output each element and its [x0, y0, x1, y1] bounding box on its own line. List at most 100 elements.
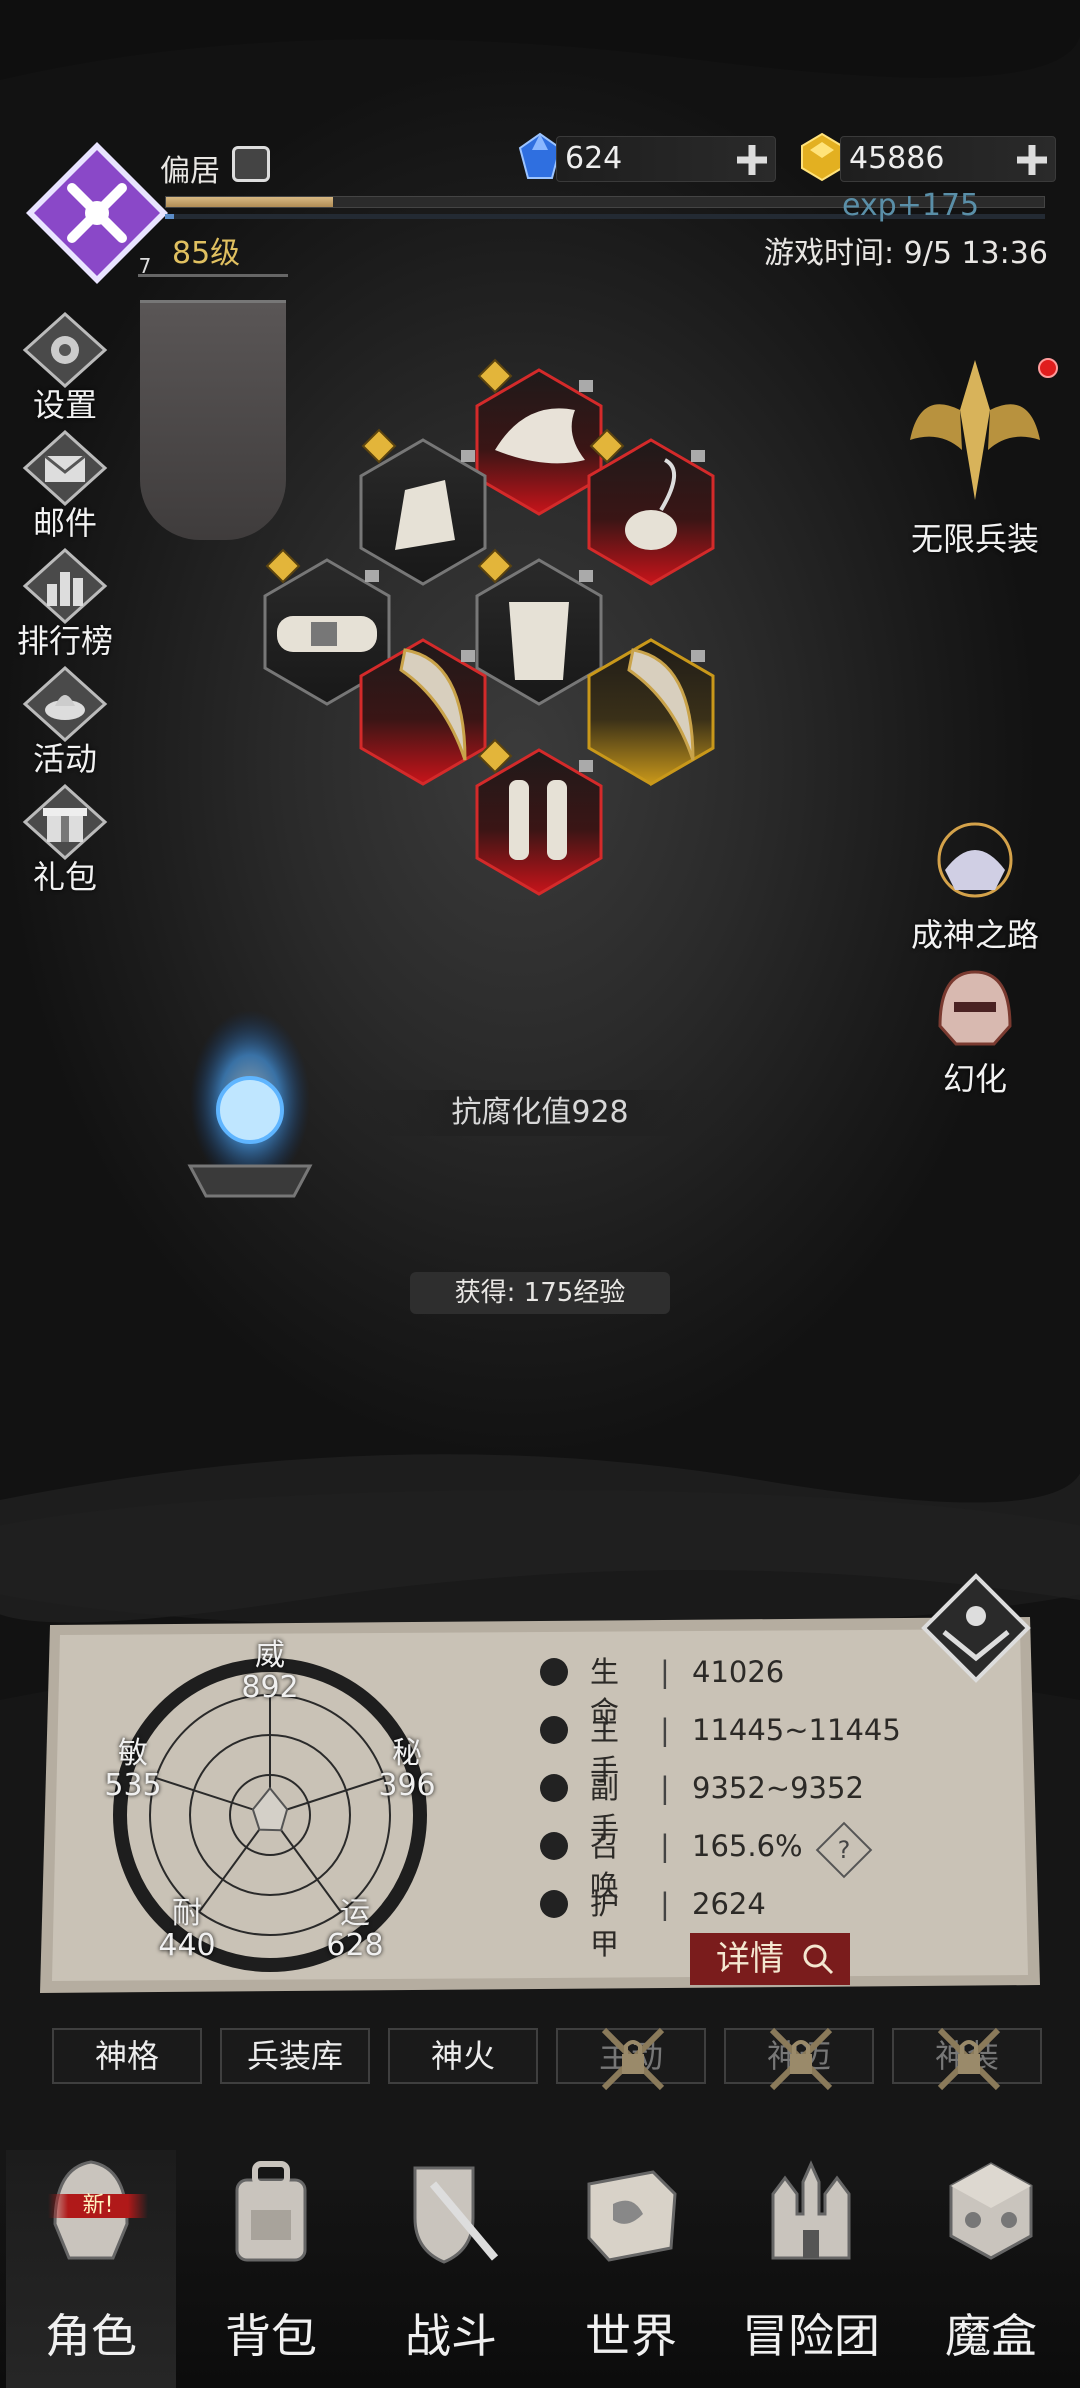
stat-yun: 运 628 [320, 1898, 390, 1962]
map-scroll-icon [587, 2170, 677, 2262]
stat-yun-label: 运 [340, 1896, 370, 1931]
winged-crown-icon [937, 822, 1013, 898]
stat-armor-label: 护甲 [590, 1887, 620, 1961]
exp-gain-bar: 获得: 175经验 [410, 1272, 670, 1314]
details-button[interactable]: 详情 [690, 1933, 850, 1985]
add-gems-icon[interactable] [733, 141, 771, 179]
xp-bar-fill [166, 197, 333, 207]
infinite-arms-label: 无限兵装 [910, 520, 1039, 558]
gear-icon [22, 312, 108, 388]
ranking-button[interactable]: 排行榜 [10, 548, 120, 660]
tab-locked-4[interactable]: 主动 [556, 2027, 706, 2091]
castle-icon [771, 2160, 851, 2260]
stat-armor-value: 2624 [692, 1887, 766, 1921]
nav-world[interactable]: 世界 [546, 2150, 716, 2388]
add-gold-icon[interactable] [1013, 141, 1051, 179]
player-name: 偏居 [160, 154, 220, 189]
chain-lock-icon [601, 2027, 665, 2091]
ranking-label: 排行榜 [16, 622, 113, 660]
exp-gain-text: exp+175 [842, 188, 980, 223]
soul-orb-icon[interactable] [170, 990, 330, 1210]
gold-amount: 45886 [849, 141, 945, 176]
divider: | [660, 1655, 670, 1689]
nav-world-label: 世界 [585, 2309, 677, 2363]
stat-wei: 威 892 [235, 1640, 305, 1704]
stat-nai-label: 耐 [172, 1896, 202, 1931]
magic-cube-icon [949, 2162, 1033, 2260]
gem-counter: 624 [556, 136, 776, 182]
new-badge: 新! [48, 2194, 148, 2218]
transform-button[interactable]: 幻化 [880, 966, 1070, 1100]
stat-min: 敏 535 [98, 1738, 168, 1802]
transform-label: 幻化 [942, 1060, 1007, 1098]
tab-godfire[interactable]: 神火 [388, 2028, 538, 2084]
stat-yun-value: 628 [326, 1928, 384, 1963]
stat-nai: 耐 440 [152, 1898, 222, 1962]
stat-hp-value: 41026 [692, 1655, 785, 1689]
mail-button[interactable]: 邮件 [10, 430, 120, 542]
nav-magicbox-label: 魔盒 [945, 2309, 1037, 2363]
details-label: 详情 [716, 1939, 784, 1979]
leaderboard-icon [22, 548, 108, 624]
divider: | [660, 1771, 670, 1805]
nav-bag[interactable]: 背包 [186, 2150, 356, 2388]
gift-button[interactable]: 礼包 [10, 784, 120, 896]
heart-icon [540, 1658, 568, 1686]
settings-button[interactable]: 设置 [10, 312, 120, 424]
godhood-path-button[interactable]: 成神之路 [880, 820, 1070, 956]
gold-crystal-icon [801, 132, 843, 182]
backpack-icon [235, 2161, 307, 2262]
gift-icon [22, 784, 108, 860]
sword-icon [540, 1716, 568, 1744]
help-mark: ? [837, 1836, 851, 1864]
divider: | [660, 1713, 670, 1747]
helmet-icon [938, 970, 1012, 1046]
infinite-arms-button[interactable]: 无限兵装 [880, 350, 1070, 560]
banner-rod [138, 274, 288, 277]
gift-label: 礼包 [32, 858, 97, 896]
chain-lock-icon [937, 2027, 1001, 2091]
sub-xp-fill [165, 214, 174, 219]
nav-battle-label: 战斗 [405, 2309, 497, 2363]
dagger-icon [540, 1774, 568, 1802]
godhood-path-label: 成神之路 [910, 916, 1039, 954]
mail-icon [22, 430, 108, 506]
divider: | [660, 1887, 670, 1921]
nav-guild-label: 冒险团 [742, 2309, 880, 2363]
magnifier-icon [803, 1944, 834, 1975]
game-time: 游戏时间: 9/5 13:36 [764, 236, 1048, 271]
nav-battle[interactable]: 战斗 [366, 2150, 536, 2388]
stat-mi-label: 秘 [392, 1736, 422, 1771]
settings-label: 设置 [32, 386, 97, 424]
stat-min-value: 535 [104, 1768, 162, 1803]
stat-min-label: 敏 [118, 1736, 148, 1771]
stat-nai-value: 440 [158, 1928, 216, 1963]
equipment-grid [263, 358, 715, 896]
player-level: 85级 [172, 236, 241, 271]
rank-badge: 7 [138, 254, 152, 278]
corruption-resistance: 抗腐化值928 [340, 1090, 740, 1136]
nav-character[interactable]: 新! 角色 [6, 2150, 176, 2388]
nav-guild[interactable]: 冒险团 [726, 2150, 896, 2388]
mail-label: 邮件 [32, 504, 97, 542]
tab-godhood[interactable]: 神格 [52, 2028, 202, 2084]
winged-sword-icon [910, 360, 1040, 500]
tab-locked-5[interactable]: 神迈 [724, 2027, 874, 2091]
stat-wei-label: 威 [255, 1638, 285, 1673]
collapse-panel-icon[interactable] [920, 1572, 1032, 1684]
events-icon [22, 666, 108, 742]
armor-icon [540, 1890, 568, 1918]
notification-dot [1038, 358, 1058, 378]
edit-name-icon[interactable] [232, 146, 270, 182]
stat-main-value: 11445~11445 [692, 1713, 901, 1747]
stat-summon-value: 165.6% [692, 1829, 803, 1863]
tab-locked-6[interactable]: 神装 [892, 2027, 1042, 2091]
tab-armory[interactable]: 兵装库 [220, 2028, 370, 2084]
stat-mi: 秘 396 [372, 1738, 442, 1802]
events-label: 活动 [32, 740, 97, 778]
nav-bag-label: 背包 [225, 2309, 317, 2363]
divider: | [660, 1829, 670, 1863]
events-button[interactable]: 活动 [10, 666, 120, 778]
nav-magicbox[interactable]: 魔盒 [906, 2150, 1076, 2388]
stat-mi-value: 396 [378, 1768, 436, 1803]
